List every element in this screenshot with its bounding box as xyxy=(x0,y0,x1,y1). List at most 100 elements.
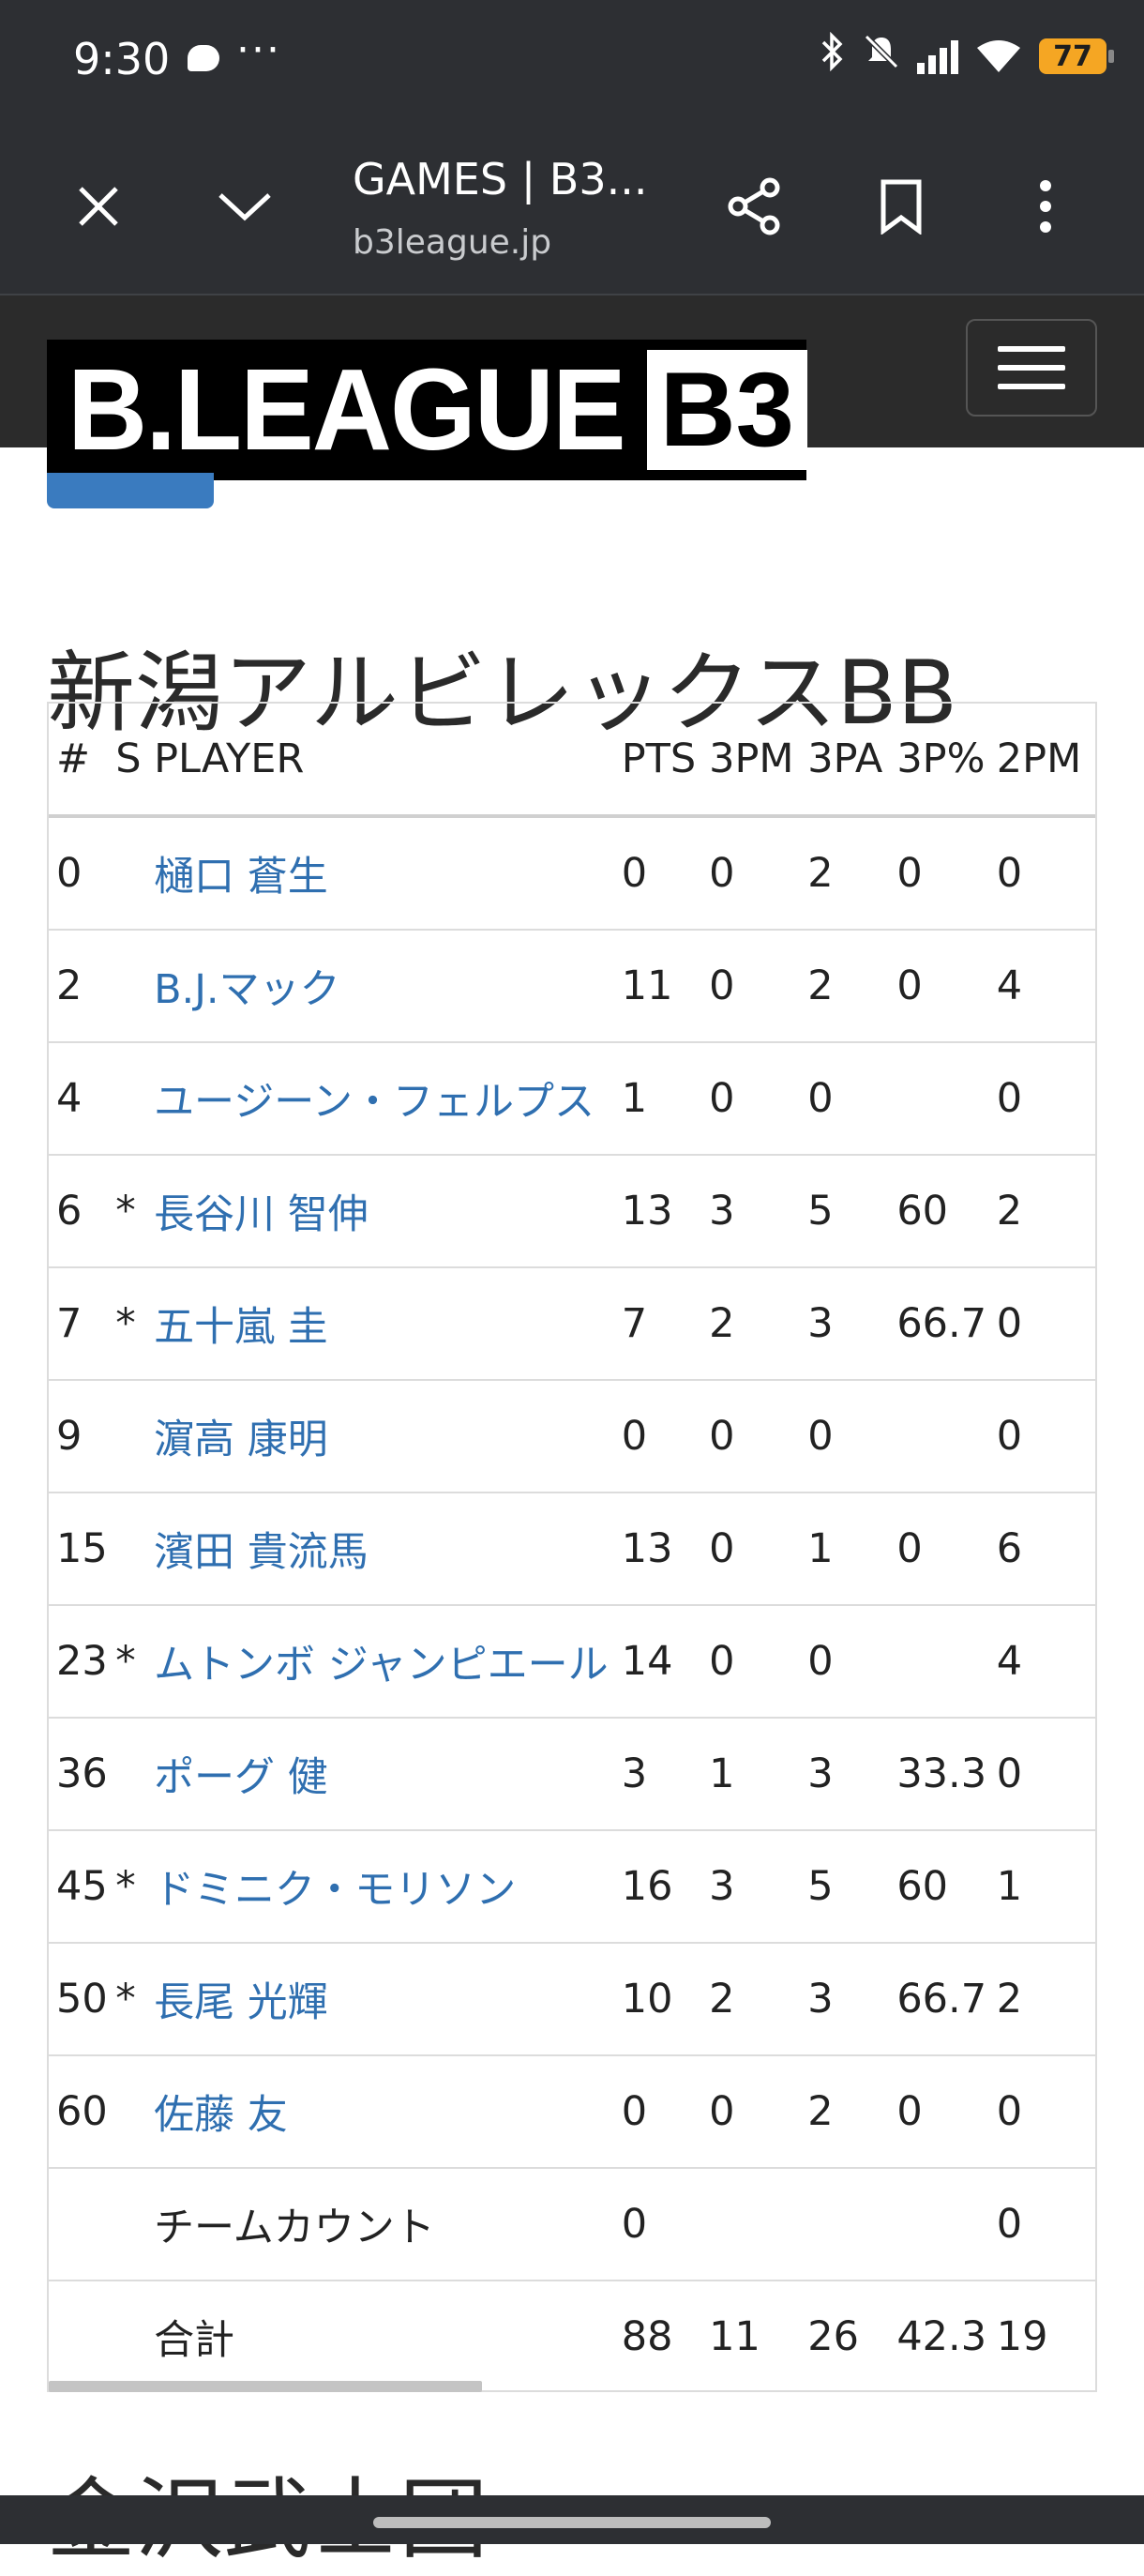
3p-pct-cell: 0 xyxy=(896,816,997,931)
total-pts: 88 xyxy=(617,2281,710,2390)
total-3pm: 11 xyxy=(709,2281,808,2390)
chevron-down-icon[interactable] xyxy=(193,159,296,253)
hamburger-menu-button[interactable] xyxy=(966,319,1097,417)
pts-cell: 3 xyxy=(617,1718,710,1831)
battery-icon: 77 xyxy=(1039,38,1114,74)
bleague-logo[interactable]: B.LEAGUE B3 xyxy=(47,340,807,480)
2pm-cell: 0 xyxy=(996,1267,1095,1381)
3pa-cell: 0 xyxy=(807,1380,897,1493)
player-number: 9 xyxy=(49,1380,116,1493)
player-number: 4 xyxy=(49,1042,116,1156)
3pm-cell: 0 xyxy=(709,2055,808,2169)
page-title[interactable]: GAMES | B3... xyxy=(353,154,648,205)
menu-line xyxy=(998,346,1065,352)
close-icon[interactable] xyxy=(47,159,150,253)
pts-cell: 13 xyxy=(617,1493,710,1606)
wifi-icon xyxy=(975,38,1022,74)
pts-cell: 13 xyxy=(617,1155,710,1268)
pts-cell: 11 xyxy=(617,930,710,1043)
3pm-cell: 3 xyxy=(709,1155,808,1268)
3p-pct-cell: 0 xyxy=(896,2055,997,2169)
horizontal-scrollbar[interactable] xyxy=(49,2381,482,2392)
table-row: 23 * ムトンボ ジャンピエール 14 0 0 4 xyxy=(49,1605,1095,1719)
player-name-link[interactable]: ドミニク・モリソン xyxy=(150,1830,618,1944)
box-score-table[interactable]: # S PLAYER PTS 3PM 3PA 3P% 2PM 0 樋口 蒼生 0 0 2… xyxy=(47,702,1097,2392)
header-pts: PTS xyxy=(617,704,710,818)
table-row: 9 濵高 康明 0 0 0 0 xyxy=(49,1380,1095,1493)
2pm-cell: 6 xyxy=(996,1493,1095,1606)
table-row: 7 * 五十嵐 圭 7 2 3 66.7 0 xyxy=(49,1267,1095,1381)
player-number: 7 xyxy=(49,1267,116,1381)
player-number: 50 xyxy=(49,1943,116,2056)
starter-mark xyxy=(115,1042,151,1156)
2pm-cell: 0 xyxy=(996,816,1095,931)
pts-cell: 14 xyxy=(617,1605,710,1719)
3p-pct-cell: 60 xyxy=(896,1155,997,1268)
bookmark-icon[interactable] xyxy=(850,159,953,253)
page-url[interactable]: b3league.jp xyxy=(353,223,551,262)
player-name-link[interactable]: ユージーン・フェルプス xyxy=(150,1042,618,1156)
total-2pm: 19 xyxy=(996,2281,1095,2390)
header-3pm: 3PM xyxy=(709,704,808,818)
status-icons: 77 xyxy=(820,31,1114,81)
logo-badge: B3 xyxy=(646,350,807,470)
team-count-pts: 0 xyxy=(617,2168,710,2281)
total-label: 合計 xyxy=(150,2281,618,2390)
header-3p-pct: 3P% xyxy=(896,704,997,818)
3p-pct-cell xyxy=(896,1042,997,1156)
browser-toolbar: GAMES | B3... b3league.jp xyxy=(0,122,1144,295)
3pm-cell: 0 xyxy=(709,1493,808,1606)
chat-notification-icon xyxy=(188,45,219,71)
starter-mark xyxy=(115,1718,151,1831)
player-name-link[interactable]: 長尾 光輝 xyxy=(150,1943,618,2056)
header-3pa: 3PA xyxy=(807,704,897,818)
player-number: 2 xyxy=(49,930,116,1043)
player-name-link[interactable]: ポーグ 健 xyxy=(150,1718,618,1831)
player-name-link[interactable]: 樋口 蒼生 xyxy=(150,816,618,931)
bluetooth-icon xyxy=(820,31,846,81)
player-name-link[interactable]: B.J.マック xyxy=(150,930,618,1043)
table-row: 45 * ドミニク・モリソン 16 3 5 60 1 xyxy=(49,1830,1095,1944)
3pa-cell: 2 xyxy=(807,2055,897,2169)
player-number: 15 xyxy=(49,1493,116,1606)
player-number: 6 xyxy=(49,1155,116,1268)
gesture-handle[interactable] xyxy=(373,2517,771,2528)
3pa-cell: 2 xyxy=(807,930,897,1043)
starter-mark: * xyxy=(115,1605,151,1719)
total-3pa: 26 xyxy=(807,2281,897,2390)
player-number: 0 xyxy=(49,816,116,931)
total-row: 合計 88 11 26 42.3 19 xyxy=(49,2281,1095,2390)
3pm-cell: 0 xyxy=(709,1042,808,1156)
3p-pct-cell: 0 xyxy=(896,1493,997,1606)
3pm-cell: 3 xyxy=(709,1830,808,1944)
table-row: 0 樋口 蒼生 0 0 2 0 0 xyxy=(49,816,1095,931)
total-3p-pct: 42.3 xyxy=(896,2281,997,2390)
table-row: 2 B.J.マック 11 0 2 0 4 xyxy=(49,930,1095,1043)
table-row: 6 * 長谷川 智伸 13 3 5 60 2 xyxy=(49,1155,1095,1268)
player-name-link[interactable]: 濵高 康明 xyxy=(150,1380,618,1493)
team-count-label: チームカウント xyxy=(150,2168,618,2281)
player-name-link[interactable]: 長谷川 智伸 xyxy=(150,1155,618,1268)
3pa-cell: 2 xyxy=(807,816,897,931)
3p-pct-cell xyxy=(896,1605,997,1719)
share-icon[interactable] xyxy=(703,159,806,253)
mute-icon xyxy=(863,33,900,80)
table-row: 50 * 長尾 光輝 10 2 3 66.7 2 xyxy=(49,1943,1095,2056)
2pm-cell: 0 xyxy=(996,1718,1095,1831)
3pa-cell: 5 xyxy=(807,1830,897,1944)
starter-mark xyxy=(115,1380,151,1493)
3pm-cell: 0 xyxy=(709,1380,808,1493)
table-row: 4 ユージーン・フェルプス 1 0 0 0 xyxy=(49,1042,1095,1156)
player-name-link[interactable]: ムトンボ ジャンピエール xyxy=(150,1605,618,1719)
more-vert-icon[interactable] xyxy=(994,159,1097,253)
menu-line xyxy=(998,384,1065,389)
3pm-cell: 0 xyxy=(709,1605,808,1719)
player-name-link[interactable]: 濱田 貴流馬 xyxy=(150,1493,618,1606)
3pa-cell: 3 xyxy=(807,1943,897,2056)
starter-mark: * xyxy=(115,1267,151,1381)
player-name-link[interactable]: 佐藤 友 xyxy=(150,2055,618,2169)
player-name-link[interactable]: 五十嵐 圭 xyxy=(150,1267,618,1381)
2pm-cell: 0 xyxy=(996,1380,1095,1493)
3pa-cell: 0 xyxy=(807,1605,897,1719)
pts-cell: 7 xyxy=(617,1267,710,1381)
